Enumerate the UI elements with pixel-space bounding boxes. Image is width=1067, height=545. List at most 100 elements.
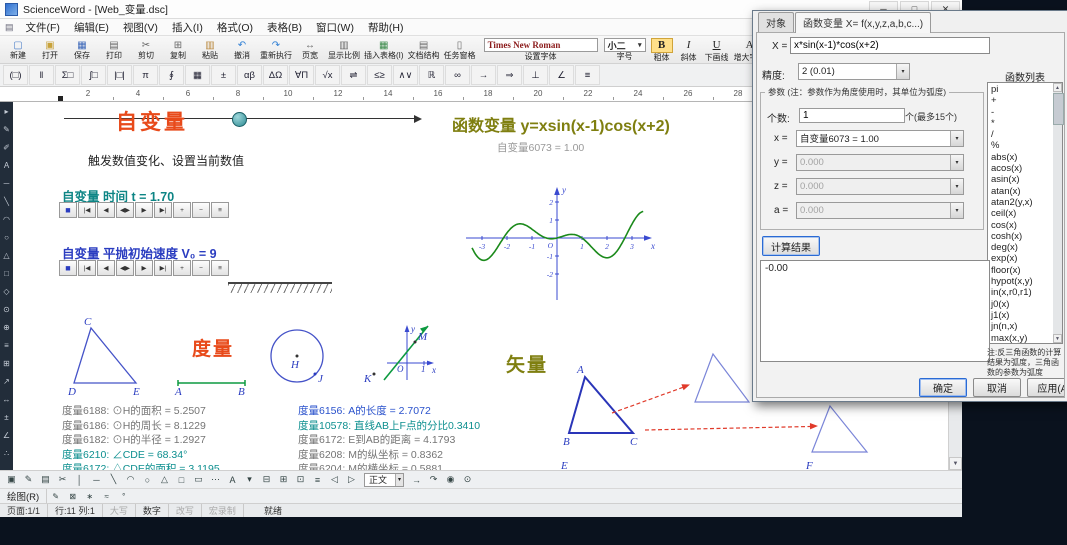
function-list-item[interactable]: jn(n,x) bbox=[991, 321, 1062, 332]
drawing-tool-icon[interactable]: A bbox=[4, 156, 9, 174]
menu-item[interactable]: 格式(O) bbox=[210, 20, 260, 35]
parameter-select[interactable]: 0.000 ▾ bbox=[796, 177, 964, 195]
draw-tool-button[interactable]: ◉ bbox=[442, 473, 459, 487]
math-symbol-button[interactable]: √x bbox=[315, 65, 340, 85]
drawing-tool-icon[interactable]: ╲ bbox=[4, 192, 9, 210]
result-box[interactable]: -0.00 bbox=[760, 260, 990, 362]
status-toggle[interactable]: 大写 bbox=[103, 504, 136, 517]
draw-tool-button[interactable]: ⊞ bbox=[275, 473, 292, 487]
drawing-tool-icon[interactable]: ⊙ bbox=[3, 300, 10, 318]
draw-tool-button[interactable]: ⊙ bbox=[459, 473, 476, 487]
drawing-tool-icon[interactable]: ↗ bbox=[3, 372, 10, 390]
scrollbar-thumb[interactable] bbox=[1053, 93, 1064, 125]
function-list-item[interactable]: + bbox=[991, 95, 1062, 106]
drawing-tool-icon[interactable]: ✐ bbox=[3, 138, 10, 156]
dialog-tab[interactable]: 函数变量 X= f(x,y,z,a,b,c...) bbox=[795, 12, 932, 33]
draw-tool-button[interactable]: ╲ bbox=[105, 473, 122, 487]
toolbar-button[interactable]: ▤ 文档结构 bbox=[406, 37, 442, 62]
drawing-tool-icon[interactable]: ○ bbox=[4, 228, 9, 246]
math-symbol-button[interactable]: ⊥ bbox=[523, 65, 548, 85]
draw-tool-button[interactable]: ◠ bbox=[122, 473, 139, 487]
scroll-down-icon[interactable]: ▼ bbox=[949, 457, 962, 470]
function-list-item[interactable]: floor(x) bbox=[991, 265, 1062, 276]
function-list-item[interactable]: asin(x) bbox=[991, 174, 1062, 185]
menu-item[interactable]: 表格(B) bbox=[260, 20, 309, 35]
function-list-item[interactable]: exp(x) bbox=[991, 253, 1062, 264]
apply-button[interactable]: 应用(A) bbox=[1027, 378, 1064, 397]
draw-tool-button[interactable]: □ bbox=[173, 473, 190, 487]
function-list-item[interactable]: hypot(x,y) bbox=[991, 276, 1062, 287]
media-button[interactable]: |◀ bbox=[78, 202, 96, 218]
underline-button[interactable]: U 下画线 bbox=[705, 38, 729, 62]
draw-tool-button[interactable]: ↷ bbox=[425, 473, 442, 487]
cancel-button[interactable]: 取消 bbox=[973, 378, 1021, 397]
draw-tool-button[interactable]: ✎ bbox=[47, 491, 64, 502]
draw-tool-button[interactable]: ✂ bbox=[54, 473, 71, 487]
media-button[interactable]: − bbox=[192, 202, 210, 218]
math-symbol-button[interactable]: π bbox=[133, 65, 158, 85]
drawing-tool-icon[interactable]: ▸ bbox=[4, 102, 8, 120]
draw-tool-button[interactable]: ▤ bbox=[37, 473, 54, 487]
menu-item[interactable]: 视图(V) bbox=[116, 20, 165, 35]
media-button[interactable]: ◀▶ bbox=[116, 202, 134, 218]
function-list-item[interactable]: pi bbox=[991, 84, 1062, 95]
drawing-tool-icon[interactable]: ✎ bbox=[3, 120, 10, 138]
precision-select[interactable]: 2 (0.01) ▾ bbox=[798, 63, 910, 80]
draw-tool-button[interactable]: ⊟ bbox=[258, 473, 275, 487]
ok-button[interactable]: 确定 bbox=[919, 378, 967, 397]
drawing-tool-icon[interactable]: ◇ bbox=[3, 282, 9, 300]
draw-tool-button[interactable]: ▾ bbox=[241, 473, 258, 487]
draw-tool-button[interactable]: ⋯ bbox=[207, 473, 224, 487]
toolbar-button[interactable]: ▥ 粘贴 bbox=[194, 37, 226, 62]
bold-button[interactable]: B 粗体 bbox=[650, 37, 673, 62]
math-symbol-button[interactable]: ∮ bbox=[159, 65, 184, 85]
media-button[interactable]: + bbox=[173, 260, 191, 276]
menu-item[interactable]: 编辑(E) bbox=[67, 20, 116, 35]
status-toggle[interactable]: 改写 bbox=[169, 504, 202, 517]
media-button[interactable]: ▶ bbox=[135, 260, 153, 276]
font-family-select[interactable]: Times New Roman 设置字体 bbox=[483, 38, 598, 61]
dialog-tab[interactable]: 对象 bbox=[758, 12, 794, 32]
function-list-item[interactable]: j1(x) bbox=[991, 310, 1062, 321]
math-symbol-button[interactable]: ⇒ bbox=[497, 65, 522, 85]
media-button[interactable]: ≡ bbox=[211, 202, 229, 218]
drawing-tool-icon[interactable]: △ bbox=[3, 246, 9, 264]
indent-marker[interactable] bbox=[58, 96, 63, 101]
toolbar-button[interactable]: ↔ 页宽 bbox=[294, 37, 326, 62]
media-button[interactable]: ■ bbox=[59, 260, 77, 276]
menu-item[interactable]: 帮助(H) bbox=[361, 20, 411, 35]
function-list-scrollbar[interactable]: ▲ ▼ bbox=[1053, 83, 1064, 343]
toolbar-button[interactable]: ↷ 重新执行 bbox=[258, 37, 294, 62]
media-button[interactable]: ≡ bbox=[211, 260, 229, 276]
scroll-up-icon[interactable]: ▲ bbox=[1053, 83, 1062, 92]
draw-tool-button[interactable]: → bbox=[408, 473, 425, 487]
menu-item[interactable]: 窗口(W) bbox=[309, 20, 361, 35]
compute-button[interactable]: 计算结果 bbox=[762, 236, 820, 256]
math-symbol-button[interactable]: → bbox=[471, 65, 496, 85]
status-toggle[interactable]: 宏录制 bbox=[202, 504, 244, 517]
function-list-item[interactable]: abs(x) bbox=[991, 152, 1062, 163]
math-symbol-button[interactable]: ∫□ bbox=[81, 65, 106, 85]
toolbar-button[interactable]: ▥ 显示比例 bbox=[326, 37, 362, 62]
function-list-item[interactable]: in(x,r0,r1) bbox=[991, 287, 1062, 298]
math-symbol-button[interactable]: ∧∨ bbox=[393, 65, 418, 85]
function-list-item[interactable]: j0(x) bbox=[991, 299, 1062, 310]
function-list-item[interactable]: deg(x) bbox=[991, 242, 1062, 253]
drawing-tool-icon[interactable]: ∴ bbox=[4, 444, 9, 462]
math-symbol-button[interactable]: ∠ bbox=[549, 65, 574, 85]
function-list-item[interactable]: max(x,y) bbox=[991, 333, 1062, 343]
scroll-down-icon[interactable]: ▼ bbox=[1053, 334, 1062, 343]
media-button[interactable]: |◀ bbox=[78, 260, 96, 276]
toolbar-button[interactable]: ▦ 插入表格(I) bbox=[362, 37, 406, 62]
function-list-item[interactable]: * bbox=[991, 118, 1062, 129]
math-symbol-button[interactable]: ΔΩ bbox=[263, 65, 288, 85]
function-list-item[interactable]: ceil(x) bbox=[991, 208, 1062, 219]
drawing-tool-icon[interactable]: ∠ bbox=[3, 426, 10, 444]
math-symbol-button[interactable]: (□) bbox=[3, 65, 28, 85]
math-symbol-button[interactable]: ⇌ bbox=[341, 65, 366, 85]
slider-knob[interactable] bbox=[232, 112, 247, 127]
draw-tool-button[interactable]: │ bbox=[71, 473, 88, 487]
drawing-tool-icon[interactable]: ─ bbox=[4, 174, 10, 192]
function-list-item[interactable]: cos(x) bbox=[991, 220, 1062, 231]
function-list-item[interactable]: atan(x) bbox=[991, 186, 1062, 197]
